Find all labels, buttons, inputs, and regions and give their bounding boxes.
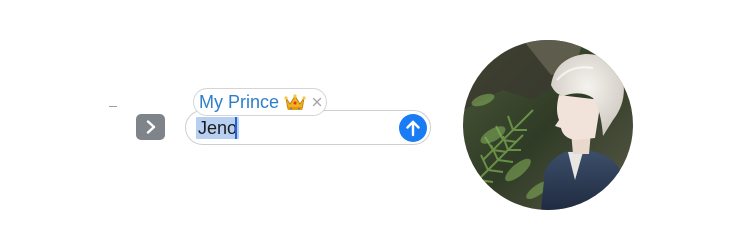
- send-button[interactable]: [399, 114, 427, 142]
- text-caret: [235, 117, 237, 139]
- close-icon[interactable]: [312, 97, 322, 107]
- expand-apps-button[interactable]: [136, 114, 165, 140]
- contact-suggestion-pill[interactable]: My Prince: [193, 88, 327, 116]
- avatar-photo: [463, 40, 633, 210]
- chevron-right-icon: [146, 120, 155, 134]
- arrow-up-icon: [406, 120, 420, 137]
- message-composer-screen: My Prince Jeno: [0, 0, 736, 245]
- avatar: [463, 40, 633, 210]
- suggestion-label: My Prince: [199, 92, 280, 112]
- divider: [109, 106, 117, 107]
- crown-icon: [284, 94, 306, 110]
- message-input-value: Jeno: [196, 117, 240, 139]
